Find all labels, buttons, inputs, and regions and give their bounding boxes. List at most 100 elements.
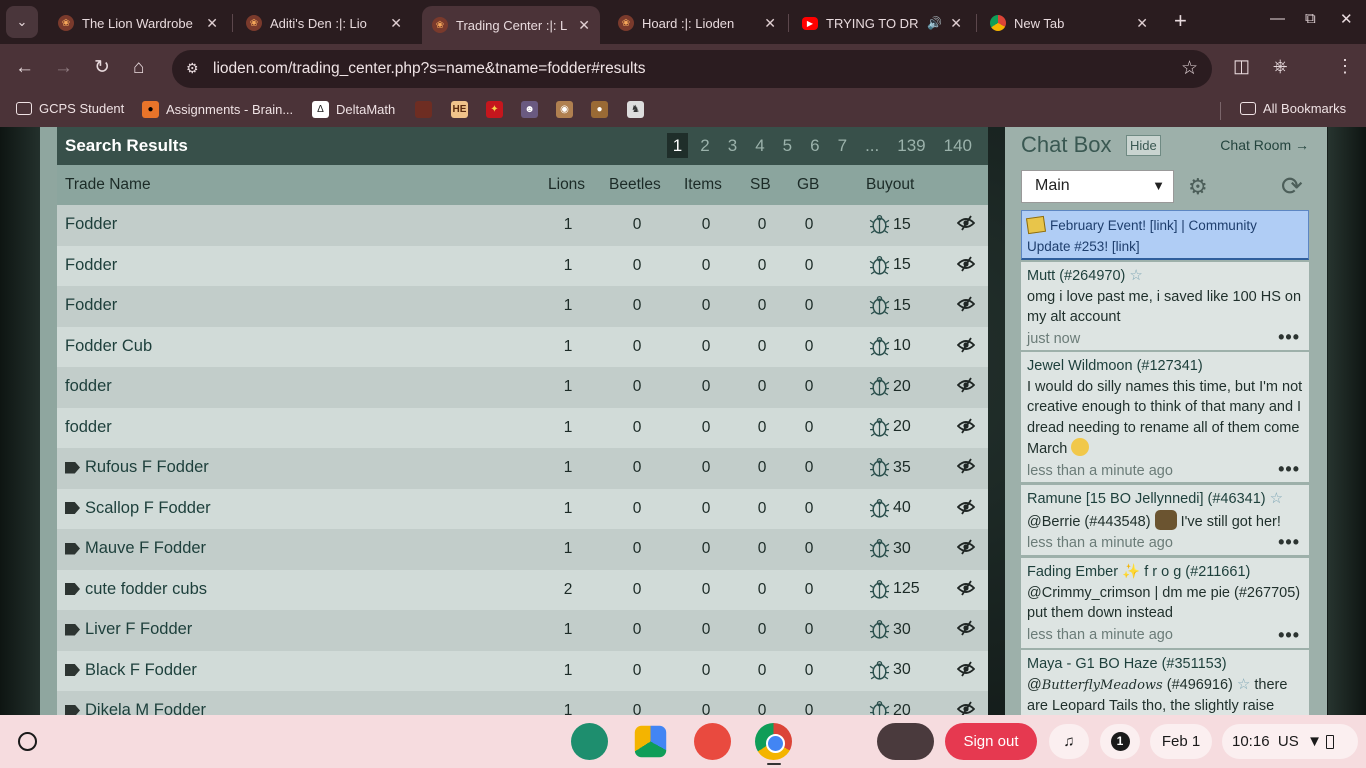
close-tab-icon[interactable]: ✕ (950, 15, 962, 32)
chat-announcement[interactable]: February Event! [link] | Community Updat… (1021, 210, 1309, 260)
page-link[interactable]: 7 (832, 133, 853, 158)
status-area[interactable]: 10:16 US ▼ (1222, 724, 1358, 759)
launcher-icon[interactable] (18, 732, 37, 751)
page-link[interactable]: 4 (749, 133, 770, 158)
avatar[interactable] (877, 723, 934, 760)
hide-trade-icon[interactable] (956, 418, 976, 434)
close-tab-icon[interactable]: ✕ (578, 17, 590, 34)
back-icon[interactable]: ← (15, 57, 34, 79)
table-row[interactable]: Scallop F Fodder 1 0 0 0 0 40 (57, 488, 988, 529)
message-mention-at[interactable]: @ (1027, 677, 1042, 693)
gear-icon[interactable]: ⚙ (1188, 174, 1208, 200)
close-tab-icon[interactable]: ✕ (764, 15, 776, 32)
hide-chat-button[interactable]: Hide (1126, 135, 1161, 156)
bookmark-deltamath[interactable]: Δ DeltaMath (312, 101, 395, 118)
table-row[interactable]: cute fodder cubs 2 0 0 0 0 125 (57, 569, 988, 610)
restore-icon[interactable]: ⧉ (1305, 10, 1316, 27)
browser-tab[interactable]: New Tab ✕ (980, 6, 1158, 40)
bookmark-gcps-student[interactable]: GCPS Student (16, 101, 124, 116)
browser-tab[interactable]: ❀ Trading Center :|: L ✕ (422, 6, 600, 44)
message-author[interactable]: Mutt (#264970) (1027, 268, 1125, 284)
chat-channel-select[interactable]: Main ▼ (1021, 170, 1174, 203)
hide-trade-icon[interactable] (956, 296, 976, 312)
trade-name-link[interactable]: Fodder Cub (65, 337, 152, 356)
table-row[interactable]: Liver F Fodder 1 0 0 0 0 30 (57, 610, 988, 651)
hide-trade-icon[interactable] (956, 539, 976, 555)
trade-name-link[interactable]: fodder (65, 418, 112, 437)
tab-search-button[interactable]: ⌄ (6, 6, 38, 38)
trade-name-link[interactable]: Scallop F Fodder (65, 499, 211, 518)
bookmark-star-icon[interactable]: ☆ (1181, 57, 1198, 80)
message-author[interactable]: Fading Ember (1027, 564, 1118, 580)
table-row[interactable]: fodder 1 0 0 0 0 20 (57, 367, 988, 408)
date-button[interactable]: Feb 1 (1150, 724, 1212, 759)
notifications-button[interactable]: 1 (1100, 724, 1140, 759)
hide-trade-icon[interactable] (956, 458, 976, 474)
message-author[interactable]: Jewel Wildmoon (#127341) (1027, 356, 1303, 377)
table-row[interactable]: Fodder 1 0 0 0 0 15 (57, 205, 988, 246)
hide-trade-icon[interactable] (956, 377, 976, 393)
trade-name-link[interactable]: Fodder (65, 215, 117, 234)
table-row[interactable]: Black F Fodder 1 0 0 0 0 30 (57, 650, 988, 691)
browser-tab[interactable]: ❀ The Lion Wardrobe ✕ (48, 6, 228, 40)
audio-playing-icon[interactable]: 🔊 (927, 16, 942, 30)
bookmark-character[interactable]: ☻ (521, 101, 545, 118)
hide-trade-icon[interactable] (956, 701, 976, 715)
trade-name-link[interactable]: Fodder (65, 256, 117, 275)
close-tab-icon[interactable]: ✕ (390, 15, 402, 32)
bookmark-he[interactable]: HE (451, 101, 475, 118)
col-trade-name[interactable]: Trade Name (65, 176, 151, 194)
chat-room-link[interactable]: Chat Room → (1220, 137, 1309, 153)
more-options-icon[interactable]: ••• (1278, 532, 1300, 553)
bookmark-assignments[interactable]: ● Assignments - Brain... (142, 101, 293, 118)
bookmark-lion[interactable]: ● (591, 101, 615, 118)
message-author[interactable]: Maya - G1 BO Haze (#351153) (1027, 654, 1303, 675)
col-beetles[interactable]: Beetles (609, 176, 661, 194)
col-items[interactable]: Items (684, 176, 722, 194)
trade-name-link[interactable]: Dikela M Fodder (65, 701, 206, 715)
home-icon[interactable]: ⌂ (133, 57, 144, 79)
page-link[interactable]: 5 (777, 133, 798, 158)
hide-trade-icon[interactable] (956, 661, 976, 677)
trade-name-link[interactable]: Rufous F Fodder (65, 458, 209, 477)
drive-app-icon[interactable] (634, 725, 667, 758)
table-row[interactable]: Mauve F Fodder 1 0 0 0 0 30 (57, 529, 988, 570)
hide-trade-icon[interactable] (956, 580, 976, 596)
col-gb[interactable]: GB (797, 176, 819, 194)
hide-trade-icon[interactable] (956, 620, 976, 636)
trade-name-link[interactable]: Mauve F Fodder (65, 539, 206, 558)
trade-name-link[interactable]: cute fodder cubs (65, 580, 207, 599)
table-row[interactable]: Dikela M Fodder 1 0 0 0 0 20 (57, 691, 988, 715)
page-link[interactable]: 2 (694, 133, 715, 158)
bookmark-lioden-paw[interactable] (415, 101, 439, 118)
col-buyout[interactable]: Buyout (866, 176, 914, 194)
browser-tab[interactable]: ▶ TRYING TO DR 🔊 ✕ (792, 6, 972, 40)
hide-trade-icon[interactable] (956, 499, 976, 515)
bookmark-horse[interactable]: ♞ (627, 101, 651, 118)
url-text[interactable]: lioden.com/trading_center.php?s=name&tna… (213, 60, 646, 78)
more-options-icon[interactable]: ••• (1278, 327, 1300, 348)
media-controls-icon[interactable]: ♫ (1049, 724, 1089, 759)
hide-trade-icon[interactable] (956, 337, 976, 353)
hide-trade-icon[interactable] (956, 215, 976, 231)
page-link[interactable]: 3 (722, 133, 743, 158)
all-bookmarks-button[interactable]: All Bookmarks (1240, 101, 1346, 116)
more-options-icon[interactable]: ••• (1278, 625, 1300, 646)
chrome-app-icon[interactable] (755, 723, 792, 760)
page-link[interactable]: 1 (666, 133, 689, 158)
col-lions[interactable]: Lions (548, 176, 585, 194)
minimize-icon[interactable]: — (1270, 10, 1285, 27)
page-link[interactable]: 139 (891, 133, 931, 158)
table-row[interactable]: Fodder 1 0 0 0 0 15 (57, 286, 988, 327)
message-author-suffix[interactable]: f r o g (#211661) (1144, 564, 1250, 580)
close-tab-icon[interactable]: ✕ (1136, 15, 1148, 32)
classroom-app-icon[interactable] (571, 723, 608, 760)
forward-icon[interactable]: → (54, 57, 73, 79)
more-options-icon[interactable]: ••• (1278, 459, 1300, 480)
close-tab-icon[interactable]: ✕ (206, 15, 218, 32)
browser-tab[interactable]: ❀ Hoard :|: Lioden ✕ (608, 6, 786, 40)
sign-out-button[interactable]: Sign out (945, 723, 1037, 760)
browser-tab[interactable]: ❀ Aditi's Den :|: Lio ✕ (236, 6, 412, 40)
new-tab-button[interactable]: + (1174, 10, 1187, 32)
menu-kebab-icon[interactable]: ⋮ (1336, 56, 1354, 77)
